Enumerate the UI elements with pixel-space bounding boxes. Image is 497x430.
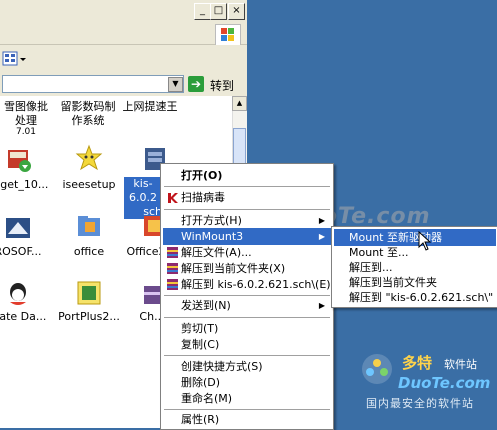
context-menu: 打开(O) 扫描病毒 打开方式(H) ▶ WinMount3 ▶ 解压文件(A)..… (160, 163, 334, 430)
menu-item-label: 解压到当前文件夹 (349, 276, 437, 289)
menu-item-extract-here[interactable]: 解压到当前文件夹(X) (163, 260, 331, 277)
file-item[interactable]: PortPlus2... (57, 310, 121, 324)
menu-item-send-to[interactable]: 发送到(N) ▶ (163, 297, 331, 314)
winrar-icon (166, 246, 179, 259)
close-button[interactable]: × (228, 3, 245, 20)
file-label-line1: iseesetup (62, 178, 116, 191)
menu-separator (164, 409, 330, 410)
flashget-setup-icon (5, 146, 33, 174)
menu-item-label: 打开(O) (181, 169, 223, 182)
maximize-button[interactable]: □ (210, 3, 227, 20)
menu-separator (164, 355, 330, 356)
menu-item-label: 剪切(T) (181, 322, 219, 335)
office-folder-icon (75, 212, 103, 240)
menu-separator (164, 186, 330, 187)
menu-item-rename[interactable]: 重命名(M) (163, 390, 331, 407)
qq-icon (4, 280, 32, 308)
menu-item-winmount3[interactable]: WinMount3 ▶ (163, 228, 331, 245)
file-item[interactable]: shget_10... (0, 178, 50, 192)
title-bar: _ □ × (0, 0, 247, 22)
mouse-cursor-icon (418, 231, 432, 251)
file-label-line2: 作系统 (71, 114, 105, 127)
file-item[interactable]: iseesetup (57, 178, 121, 192)
submenu-arrow-icon: ▶ (318, 216, 325, 225)
file-label-line1: 上网提速王 (122, 100, 178, 113)
address-input[interactable] (2, 75, 184, 93)
winrar-icon (166, 278, 179, 291)
isee-setup-icon (75, 144, 103, 172)
menu-item-extract-to-named-folder[interactable]: 解压到 "kis-6.0.2.621.sch\" (334, 289, 496, 306)
portplus-icon (75, 279, 103, 307)
windows-logo-icon (215, 24, 241, 46)
go-arrow-icon: ➔ (188, 76, 204, 92)
menu-item-label: 重命名(M) (181, 392, 233, 405)
menu-item-cut[interactable]: 剪切(T) (163, 320, 331, 337)
file-item[interactable]: 雪图像批 处理 7.01 (0, 100, 58, 137)
file-item[interactable]: office (57, 245, 121, 259)
menu-item-label: 属性(R) (181, 413, 220, 426)
menu-separator (164, 209, 330, 210)
microsoft-setup-icon (4, 214, 32, 242)
menu-item-label: 解压到当前文件夹(X) (181, 262, 286, 275)
file-label-line1: 留影数码制 (60, 100, 116, 113)
menu-item-scan-virus[interactable]: 扫描病毒 (163, 189, 331, 206)
menu-item-open[interactable]: 打开(O) (163, 167, 331, 184)
menu-item-extract-files[interactable]: 解压文件(A)... (163, 244, 331, 261)
file-item[interactable]: Plate Da... (0, 310, 50, 324)
file-label-line1: kis-6.0.2 (129, 177, 157, 204)
watermark-site-name: 多特 (402, 354, 433, 372)
menu-item-label: Mount 至... (349, 246, 409, 259)
menu-separator (164, 317, 330, 318)
file-label-line1: shget_10... (0, 178, 49, 191)
go-button[interactable]: ➔ 转到 (188, 75, 240, 93)
submenu-arrow-icon: ▶ (318, 232, 325, 241)
menu-item-label: 解压到... (349, 261, 393, 274)
file-item[interactable]: ROSOF... (0, 245, 50, 259)
menu-item-create-shortcut[interactable]: 创建快捷方式(S) (163, 358, 331, 375)
menu-item-delete[interactable]: 删除(D) (163, 374, 331, 391)
scroll-up-button[interactable]: ▲ (232, 96, 247, 111)
menu-item-label: 删除(D) (181, 376, 221, 389)
menu-item-label: 扫描病毒 (181, 191, 225, 204)
file-label-line1: PortPlus2... (58, 310, 120, 323)
duote-logo-icon (362, 354, 392, 384)
file-label-line1: ROSOF... (0, 245, 42, 258)
address-dropdown-button[interactable]: ▼ (168, 77, 183, 92)
menu-item-open-with[interactable]: 打开方式(H) ▶ (163, 212, 331, 229)
watermark-domain: DuoTe.com (398, 374, 491, 392)
menu-item-label: 发送到(N) (181, 299, 231, 312)
file-item[interactable]: 上网提速王 (118, 100, 182, 114)
file-label-line1: Plate Da... (0, 310, 47, 323)
toolbar (0, 45, 247, 74)
watermark-slogan: 国内最安全的软件站 (366, 397, 474, 410)
menu-item-copy[interactable]: 复制(C) (163, 336, 331, 353)
submenu-arrow-icon: ▶ (318, 301, 325, 310)
menu-item-label: 解压到 kis-6.0.2.621.sch\(E) (181, 278, 331, 291)
minimize-button[interactable]: _ (194, 3, 211, 20)
file-label-extra: 7.01 (15, 127, 37, 137)
watermark-site-suffix: 软件站 (444, 358, 477, 371)
menu-bar (0, 22, 247, 45)
menu-item-label: 打开方式(H) (181, 214, 242, 227)
winrar-icon (166, 262, 179, 275)
file-label-line1: 雪图像批 (4, 100, 48, 113)
menu-item-label: 解压文件(A)... (181, 246, 252, 259)
file-label-line2: 处理 (15, 114, 37, 127)
menu-item-label: 创建快捷方式(S) (181, 360, 263, 373)
menu-item-label: 复制(C) (181, 338, 220, 351)
menu-item-label: WinMount3 (181, 230, 244, 243)
kaspersky-icon (166, 191, 179, 204)
menu-item-properties[interactable]: 属性(R) (163, 411, 331, 428)
winmount-submenu: Mount 至新驱动器 Mount 至... 解压到... 解压到当前文件夹 解… (331, 226, 497, 308)
menu-item-label: 解压到 "kis-6.0.2.621.sch\" (349, 291, 494, 304)
file-item[interactable]: 留影数码制 作系统 (56, 100, 120, 128)
menu-item-extract-to-folder[interactable]: 解压到 kis-6.0.2.621.sch\(E) (163, 276, 331, 293)
go-label: 转到 (210, 79, 235, 93)
views-button[interactable] (2, 50, 26, 68)
menu-separator (164, 295, 330, 296)
file-label-line1: office (73, 245, 105, 258)
